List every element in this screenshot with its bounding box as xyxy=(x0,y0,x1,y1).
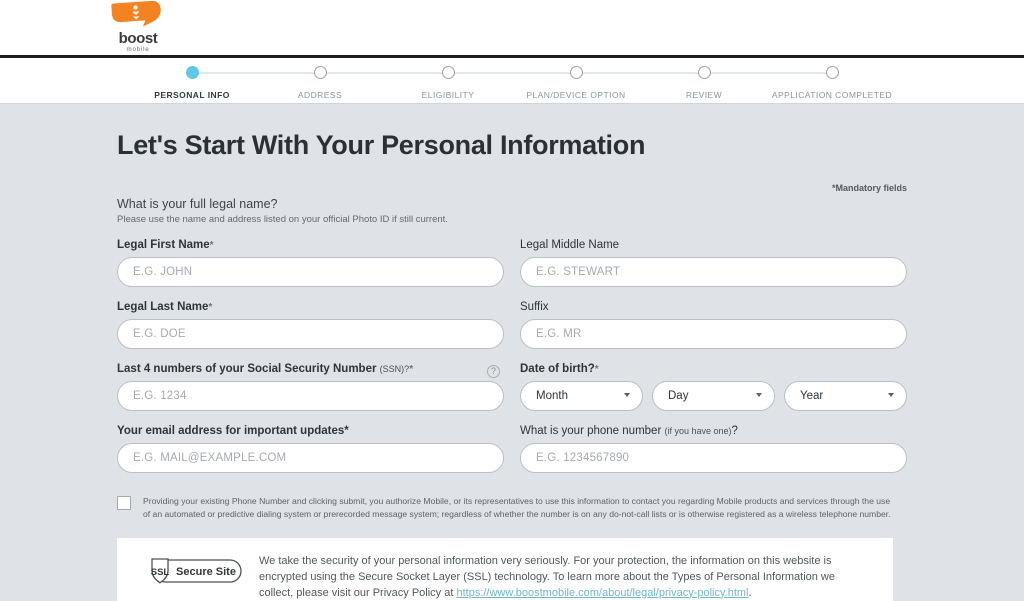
middle-name-input[interactable] xyxy=(520,257,907,287)
last-name-group: Legal Last Name* xyxy=(117,301,504,349)
stepper-connector xyxy=(320,72,448,74)
last-name-label-text: Legal Last Name xyxy=(117,301,209,313)
first-name-label: Legal First Name* xyxy=(117,239,504,251)
dob-month-select[interactable]: Month xyxy=(520,381,643,411)
phone-input[interactable] xyxy=(520,443,907,473)
ssl-text-after: . xyxy=(748,586,752,599)
stepper-label: ELIGIBILITY xyxy=(421,90,475,100)
mandatory-fields-note: *Mandatory fields xyxy=(831,183,907,193)
email-label: Your email address for important updates… xyxy=(117,425,349,437)
required-star: * xyxy=(208,302,213,313)
page-root: boost mobile PERSONAL INFO ADDRESS ELIGI… xyxy=(0,0,1024,601)
first-name-label-text: Legal First Name xyxy=(117,239,210,251)
dob-group: Date of birth?* Month Day Year xyxy=(520,363,907,411)
stepper-connector xyxy=(704,72,832,74)
consent-row: Providing your existing Phone Number and… xyxy=(117,495,907,522)
stepper-label: PERSONAL INFO xyxy=(154,90,230,100)
stepper-track: PERSONAL INFO ADDRESS ELIGIBILITY PLAN/D… xyxy=(128,66,896,104)
stepper-label: APPLICATION COMPLETED xyxy=(771,90,893,100)
required-star: * xyxy=(594,364,599,375)
ssl-notice-text: We take the security of your personal in… xyxy=(259,554,871,601)
full-legal-name-hint: Please use the name and address listed o… xyxy=(117,214,448,225)
consent-checkbox[interactable] xyxy=(117,496,131,510)
suffix-label: Suffix xyxy=(520,301,549,313)
page-title: Let's Start With Your Personal Informati… xyxy=(117,130,646,160)
dob-year-select[interactable]: Year xyxy=(784,381,907,411)
stepper-connector xyxy=(576,72,704,74)
ssn-label-paren: (SSN)? xyxy=(379,364,410,374)
phone-label-text: What is your phone number xyxy=(520,425,662,437)
required-star: * xyxy=(409,364,414,375)
ssl-badge-label: Secure Site xyxy=(176,566,236,578)
phone-group: What is your phone number (if you have o… xyxy=(520,425,907,473)
dob-day-wrap: Day xyxy=(652,381,775,411)
svg-text:boost: boost xyxy=(119,30,158,47)
dob-month-wrap: Month xyxy=(520,381,643,411)
email-phone-row: Your email address for important updates… xyxy=(117,425,907,473)
email-group: Your email address for important updates… xyxy=(117,425,504,473)
ssn-dob-row: Last 4 numbers of your Social Security N… xyxy=(117,363,907,411)
ssn-label-text: Last 4 numbers of your Social Security N… xyxy=(117,363,377,375)
ssn-label: Last 4 numbers of your Social Security N… xyxy=(117,363,504,375)
form-container: Let's Start With Your Personal Informati… xyxy=(117,104,907,601)
stepper-dot-icon xyxy=(441,66,455,79)
main-content: Let's Start With Your Personal Informati… xyxy=(0,104,1024,601)
dob-selects: Month Day Year xyxy=(520,381,907,411)
dob-year-wrap: Year xyxy=(784,381,907,411)
first-name-group: Legal First Name* xyxy=(117,239,504,287)
suffix-group: Suffix xyxy=(520,301,907,349)
stepper-dot-icon xyxy=(825,66,839,79)
ssn-help-icon[interactable]: ? xyxy=(487,365,500,378)
stepper-connector xyxy=(192,72,320,74)
first-name-input[interactable] xyxy=(117,257,504,287)
last-name-input[interactable] xyxy=(117,319,504,349)
svg-text:mobile: mobile xyxy=(126,46,149,53)
stepper-dot-icon xyxy=(313,66,327,79)
stepper-step-personal-info[interactable]: PERSONAL INFO xyxy=(128,66,320,104)
stepper-connector xyxy=(448,72,576,74)
dob-label-text: Date of birth? xyxy=(520,363,595,375)
middle-name-group: Legal Middle Name xyxy=(520,239,907,287)
stepper-dot-icon xyxy=(185,66,199,79)
phone-label-tail: ? xyxy=(731,425,738,437)
ssn-group: Last 4 numbers of your Social Security N… xyxy=(117,363,504,411)
dob-label: Date of birth?* xyxy=(520,363,907,375)
stepper-dot-icon xyxy=(697,66,711,79)
privacy-policy-link[interactable]: https://www.boostmobile.com/about/legal/… xyxy=(456,587,748,599)
name-row-1: Legal First Name* Legal Middle Name xyxy=(117,239,907,287)
ssn-input[interactable] xyxy=(117,381,504,411)
stepper-label: ADDRESS xyxy=(297,90,343,100)
boost-mobile-logo[interactable]: boost mobile xyxy=(106,0,170,55)
full-legal-name-question: What is your full legal name? xyxy=(117,197,278,211)
progress-stepper: PERSONAL INFO ADDRESS ELIGIBILITY PLAN/D… xyxy=(0,58,1024,104)
consent-text: Providing your existing Phone Number and… xyxy=(143,496,891,520)
stepper-dot-icon xyxy=(569,66,583,79)
dob-day-select[interactable]: Day xyxy=(652,381,775,411)
ssl-notice-card: SSL Secure Site We take the security of … xyxy=(117,537,893,601)
suffix-input[interactable] xyxy=(520,319,907,349)
stepper-label: REVIEW xyxy=(685,90,723,100)
stepper-label: PLAN/DEVICE OPTION xyxy=(526,90,626,100)
name-row-2: Legal Last Name* Suffix xyxy=(117,301,907,349)
email-input[interactable] xyxy=(117,443,504,473)
phone-label: What is your phone number (if you have o… xyxy=(520,425,907,437)
required-star: * xyxy=(209,240,214,251)
ssl-secure-site-badge: SSL Secure Site xyxy=(139,556,243,591)
middle-name-label: Legal Middle Name xyxy=(520,239,620,251)
ssl-badge-abbr: SSL xyxy=(151,567,170,578)
phone-label-paren: (if you have one) xyxy=(664,426,732,436)
last-name-label: Legal Last Name* xyxy=(117,301,504,313)
site-header: boost mobile xyxy=(0,0,1024,58)
